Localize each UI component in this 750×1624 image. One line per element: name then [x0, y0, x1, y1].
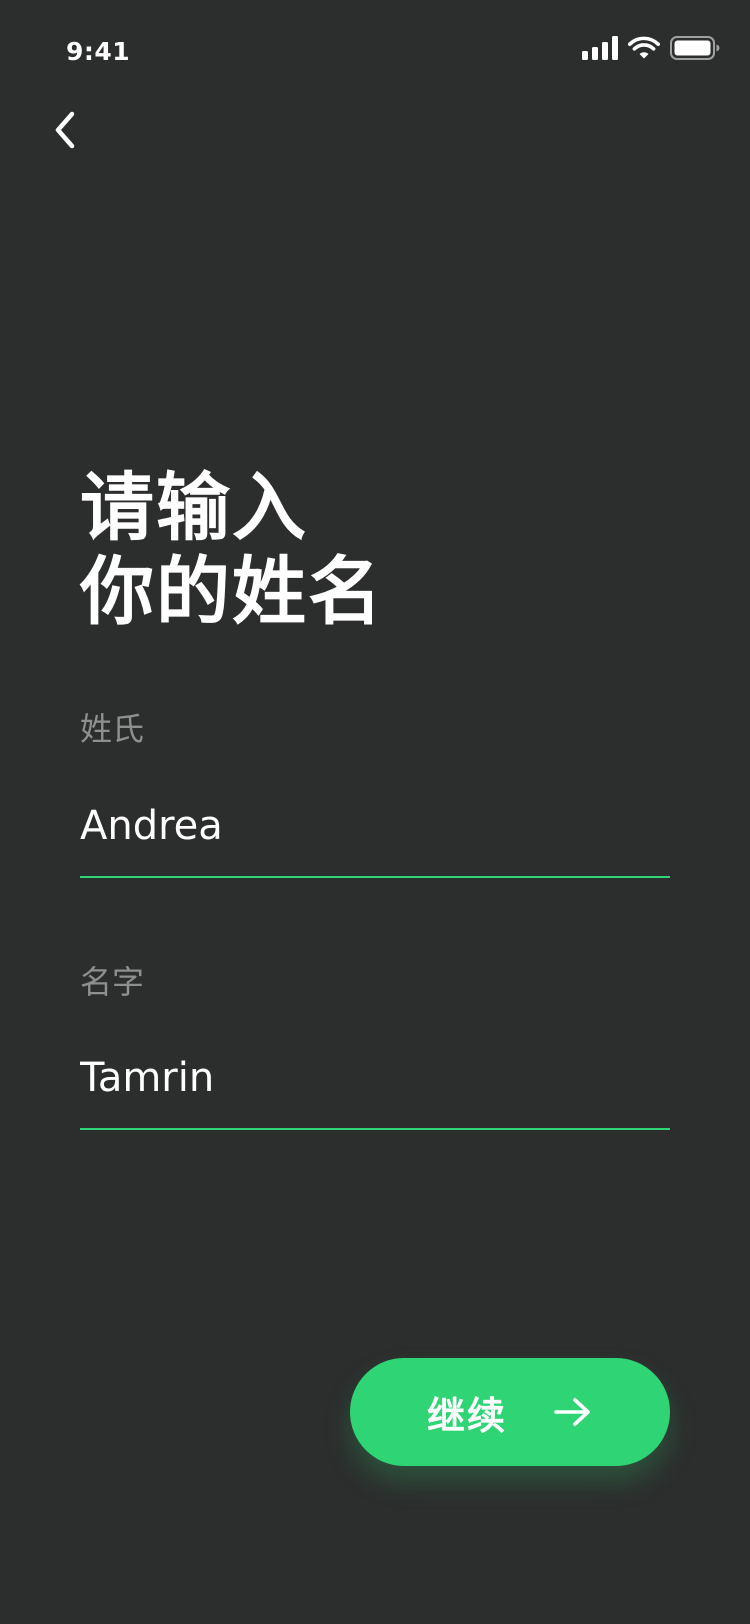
- continue-button-label: 继续: [426, 1393, 507, 1438]
- first-name-label: 名字: [80, 963, 145, 1001]
- page-title-line-1: 请输入: [80, 465, 308, 551]
- continue-button[interactable]: 继续: [350, 1358, 670, 1466]
- status-time: 9:41: [66, 37, 131, 66]
- status-icons: [582, 34, 720, 62]
- first-name-input[interactable]: [80, 1040, 670, 1130]
- page-title: 请输入 你的姓名: [80, 466, 384, 634]
- cellular-signal-icon: [582, 36, 618, 60]
- chevron-left-icon: [55, 111, 75, 149]
- wifi-icon: [628, 36, 660, 59]
- back-button[interactable]: [36, 100, 96, 160]
- status-bar: 9:41: [0, 0, 750, 100]
- arrow-right-icon: [554, 1398, 590, 1426]
- last-name-input[interactable]: [80, 788, 670, 878]
- last-name-label: 姓氏: [80, 710, 145, 748]
- page-title-line-2: 你的姓名: [80, 549, 384, 635]
- battery-icon: [670, 36, 720, 60]
